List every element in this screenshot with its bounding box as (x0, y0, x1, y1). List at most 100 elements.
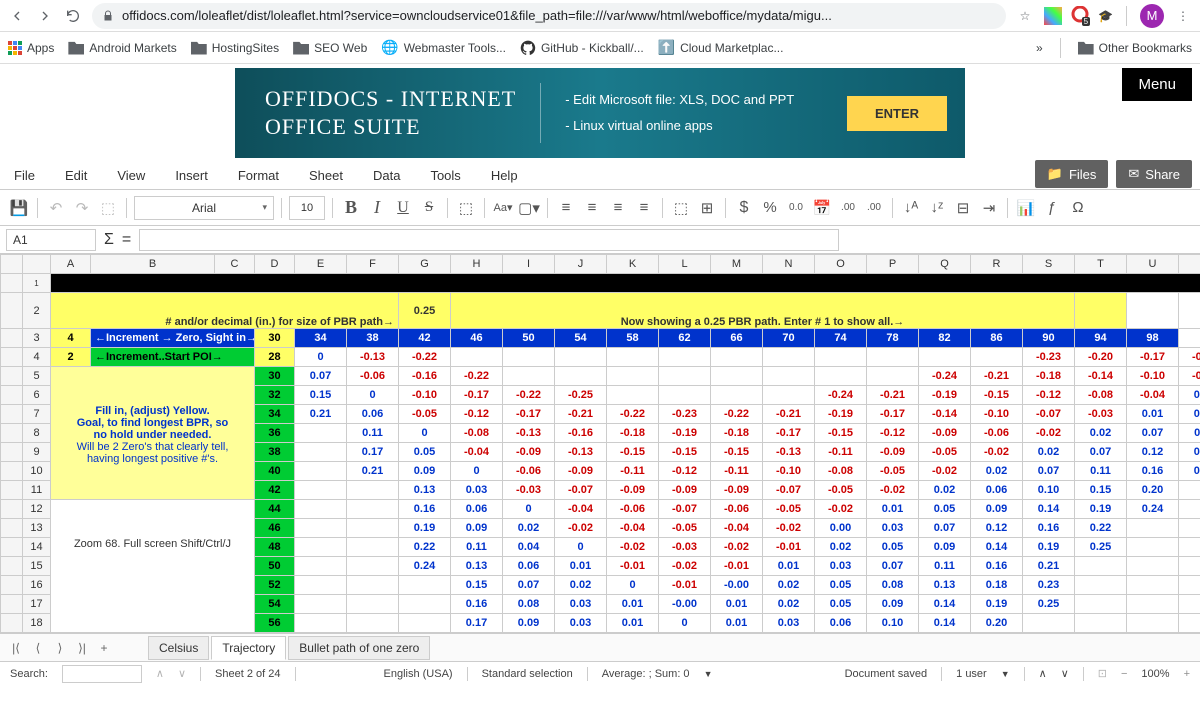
sheet-tab-active[interactable]: Trajectory (211, 636, 286, 660)
cell-reference[interactable]: A1 (6, 229, 96, 251)
enter-button[interactable]: ENTER (847, 96, 947, 131)
cell[interactable]: -0.02 (1023, 424, 1075, 443)
col-header[interactable]: V (1179, 255, 1200, 274)
cell[interactable] (347, 538, 399, 557)
cell[interactable]: -0.21 (971, 367, 1023, 386)
row-header[interactable]: 8 (23, 424, 51, 443)
search-prev-icon[interactable]: ∧ (156, 667, 164, 680)
col-header[interactable]: G (399, 255, 451, 274)
cell[interactable]: -0.07 (659, 500, 711, 519)
cell[interactable]: -0.07 (555, 481, 607, 500)
cell[interactable]: -0.21 (867, 386, 919, 405)
language-indicator[interactable]: English (USA) (384, 668, 453, 680)
cell[interactable] (1179, 557, 1200, 576)
next-icon[interactable]: ∨ (1061, 667, 1069, 680)
cell[interactable]: 0.25 (399, 293, 451, 329)
user-count[interactable]: 1 user (956, 668, 987, 680)
cell[interactable]: 0.06 (451, 500, 503, 519)
cell[interactable]: -0.25 (555, 386, 607, 405)
cell[interactable]: 0 (555, 538, 607, 557)
apps-shortcut[interactable]: Apps (8, 41, 54, 55)
selection-mode[interactable]: Standard selection (482, 668, 573, 680)
cell[interactable]: 0.03 (867, 519, 919, 538)
cell[interactable]: -0.19 (919, 386, 971, 405)
address-bar[interactable]: offidocs.com/loleaflet/dist/loleaflet.ht… (92, 3, 1006, 29)
cell[interactable]: 0.09 (503, 614, 555, 633)
cell[interactable]: 0.03 (815, 557, 867, 576)
cell[interactable] (399, 595, 451, 614)
cell[interactable]: 0.05 (815, 576, 867, 595)
cell[interactable]: -0.11 (607, 462, 659, 481)
cell[interactable]: -0.07 (763, 481, 815, 500)
cell[interactable]: 44 (255, 500, 295, 519)
cell[interactable]: 0.11 (347, 424, 399, 443)
cell[interactable] (867, 367, 919, 386)
cell[interactable] (295, 595, 347, 614)
cell[interactable] (1023, 614, 1075, 633)
cell[interactable]: 0.05 (919, 500, 971, 519)
cell[interactable]: 74 (815, 329, 867, 348)
cell[interactable]: -0.05 (815, 481, 867, 500)
cell[interactable]: 0.12 (971, 519, 1023, 538)
col-header[interactable]: U (1127, 255, 1179, 274)
prev-icon[interactable]: ∧ (1039, 667, 1047, 680)
cell[interactable]: -0.09 (919, 424, 971, 443)
cell[interactable]: 0.16 (971, 557, 1023, 576)
kebab-icon[interactable]: ⋮ (1174, 7, 1192, 25)
cell[interactable]: -0.08 (451, 424, 503, 443)
cell[interactable]: -0.16 (399, 367, 451, 386)
cell[interactable]: 52 (255, 576, 295, 595)
cell[interactable] (1127, 595, 1179, 614)
undo-icon[interactable]: ↶ (45, 197, 67, 219)
cell[interactable]: 0.09 (919, 538, 971, 557)
cell[interactable]: 0.21 (347, 462, 399, 481)
cell[interactable]: -0.02 (971, 443, 1023, 462)
cell[interactable] (607, 367, 659, 386)
sheet-tab[interactable]: Celsius (148, 636, 209, 660)
function-icon[interactable]: ƒ (1041, 197, 1063, 219)
cell[interactable]: -0.23 (1023, 348, 1075, 367)
col-header[interactable]: E (295, 255, 347, 274)
cell[interactable]: 0 (295, 348, 347, 367)
cell[interactable]: 0.16 (451, 595, 503, 614)
cell[interactable]: 0.05 (399, 443, 451, 462)
cell[interactable] (815, 367, 867, 386)
zoom-out-icon[interactable]: − (1121, 668, 1127, 680)
sheet-tab[interactable]: Bullet path of one zero (288, 636, 430, 660)
cell[interactable]: -0.10 (763, 462, 815, 481)
cell[interactable] (711, 367, 763, 386)
col-header[interactable]: Q (919, 255, 971, 274)
cell[interactable]: 0.02 (503, 519, 555, 538)
cell[interactable]: -0.11 (815, 443, 867, 462)
cell[interactable]: ←Increment..Start POI→ (91, 348, 255, 367)
cell[interactable]: # and/or decimal (in.) for size of PBR p… (51, 293, 399, 329)
cell[interactable]: 0.00 (815, 519, 867, 538)
row-header[interactable]: 11 (23, 481, 51, 500)
cell[interactable]: 0.09 (971, 500, 1023, 519)
cell[interactable] (763, 386, 815, 405)
cell[interactable]: -0.12 (1023, 386, 1075, 405)
cell[interactable]: 0.11 (1179, 424, 1200, 443)
cell[interactable]: -0.12 (659, 462, 711, 481)
cell[interactable]: 0.02 (555, 576, 607, 595)
cell[interactable]: 0.21 (1179, 462, 1200, 481)
menu-format[interactable]: Format (238, 168, 279, 183)
align-center-icon[interactable]: ≡ (581, 197, 603, 219)
cell[interactable]: 0.16 (1023, 519, 1075, 538)
bookmark-item[interactable]: GitHub - Kickball/... (520, 40, 644, 56)
cell[interactable] (399, 614, 451, 633)
font-selector[interactable]: Arial (134, 196, 274, 220)
cell[interactable]: 0.11 (1075, 462, 1127, 481)
cell[interactable]: 0.01 (1127, 405, 1179, 424)
font-size-selector[interactable]: 10 (289, 196, 325, 220)
cell[interactable]: -0.22 (503, 386, 555, 405)
cell[interactable] (295, 462, 347, 481)
cell[interactable]: 0.21 (295, 405, 347, 424)
cell[interactable]: 0.01 (763, 557, 815, 576)
files-button[interactable]: 📁Files (1035, 160, 1109, 188)
cell[interactable]: 42 (399, 329, 451, 348)
cell[interactable]: -0.22 (711, 405, 763, 424)
cell[interactable]: 46 (451, 329, 503, 348)
prev-sheet-icon[interactable]: ⟨ (28, 638, 48, 658)
cell[interactable] (347, 614, 399, 633)
